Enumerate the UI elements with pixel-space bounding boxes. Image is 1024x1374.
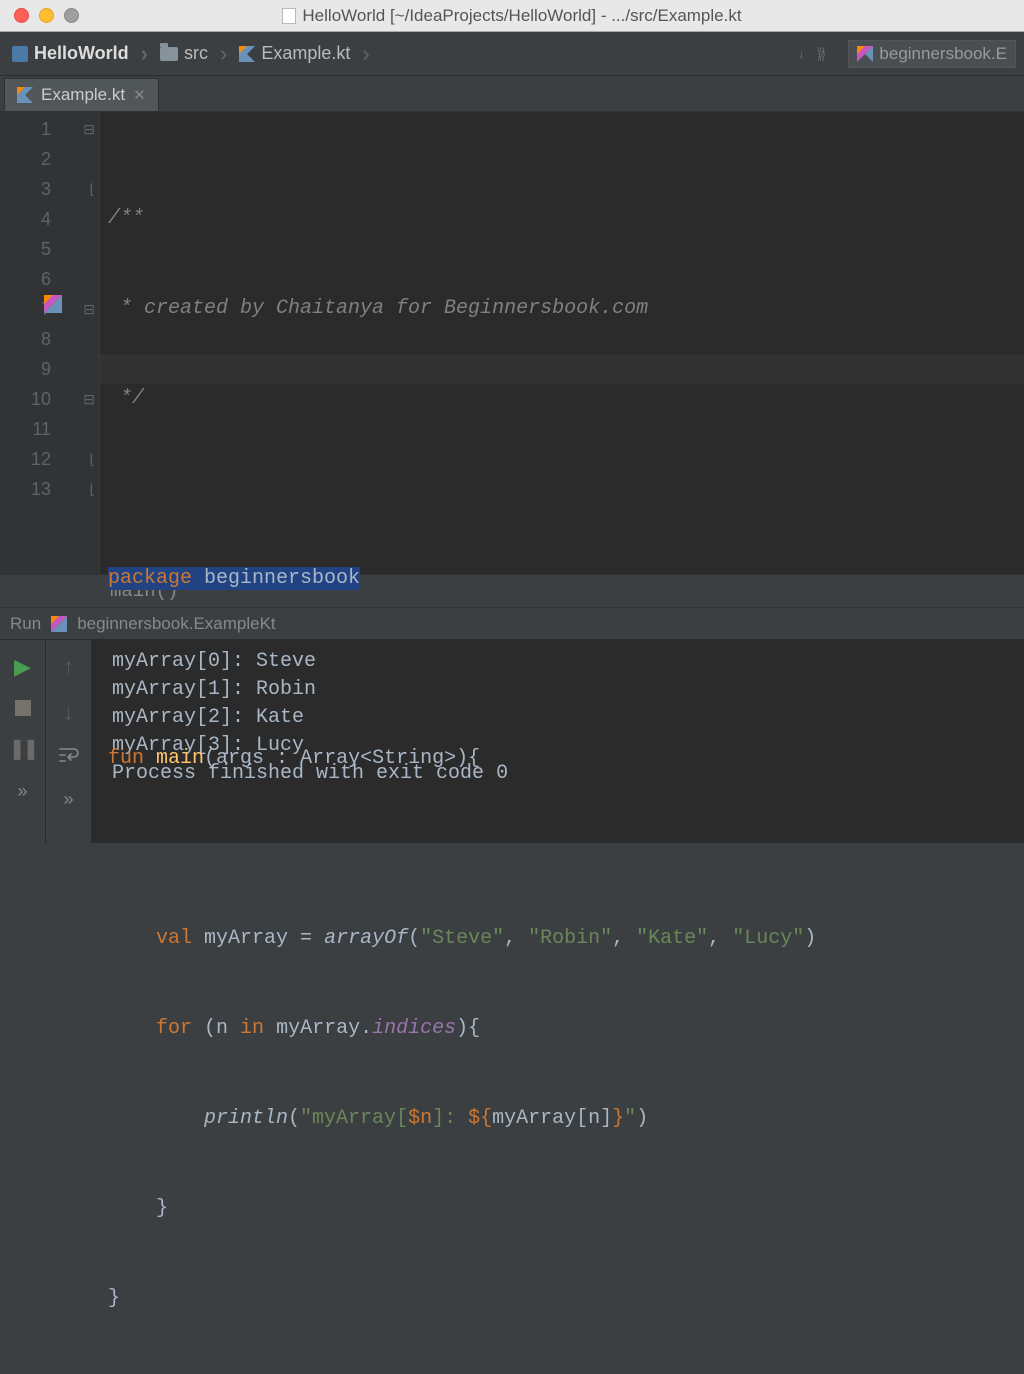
- line-number[interactable]: 11: [0, 414, 99, 444]
- fold-end-icon[interactable]: ⌊: [90, 181, 95, 198]
- fold-icon[interactable]: ⊟: [83, 121, 95, 138]
- editor-tab[interactable]: Example.kt ✕: [4, 78, 159, 111]
- kotlin-icon: [857, 46, 873, 62]
- soft-wrap-button[interactable]: [59, 746, 79, 769]
- breadcrumb-folder-label: src: [184, 43, 208, 64]
- run-toolbar-left: ▶ ❚❚ »: [0, 640, 46, 843]
- close-tab-icon[interactable]: ✕: [133, 86, 146, 104]
- line-number[interactable]: 12⌊: [0, 444, 99, 474]
- kotlin-file-icon: [17, 87, 33, 103]
- run-configuration-label: beginnersbook.E: [879, 44, 1007, 64]
- file-icon: [282, 8, 296, 24]
- svg-text:01: 01: [818, 58, 825, 61]
- run-gutter-icon[interactable]: [44, 295, 62, 313]
- kotlin-icon: [51, 616, 67, 632]
- breadcrumb-separator: ›: [135, 41, 148, 67]
- line-number[interactable]: 4: [0, 204, 99, 234]
- line-number[interactable]: 3⌊: [0, 174, 99, 204]
- line-number[interactable]: 8: [0, 324, 99, 354]
- fold-end-icon[interactable]: ⌊: [90, 481, 95, 498]
- window-title: HelloWorld [~/IdeaProjects/HelloWorld] -…: [0, 6, 1024, 26]
- gutter[interactable]: 1⊟ 2 3⌊ 4 5 6 7⊟ 8 9 10⊟ 11 12⌊ 13⌊: [0, 112, 100, 574]
- more-button[interactable]: »: [17, 781, 27, 802]
- fold-icon[interactable]: ⊟: [83, 301, 95, 318]
- line-number[interactable]: 2: [0, 144, 99, 174]
- folder-icon: [160, 47, 178, 61]
- pause-button[interactable]: ❚❚: [9, 736, 37, 761]
- code-area[interactable]: /** * created by Chaitanya for Beginners…: [100, 112, 1024, 574]
- run-configuration-selector[interactable]: beginnersbook.E: [848, 40, 1016, 68]
- breadcrumb-file[interactable]: Example.kt ›: [235, 41, 373, 67]
- module-icon: [12, 46, 28, 62]
- breadcrumb-file-label: Example.kt: [261, 43, 350, 64]
- line-number[interactable]: 6: [0, 264, 99, 294]
- editor-tab-bar: Example.kt ✕: [0, 76, 1024, 112]
- run-toolbar-right: ↑ ↓ »: [46, 640, 92, 843]
- breadcrumb-folder[interactable]: src ›: [156, 41, 231, 67]
- breadcrumb-project[interactable]: HelloWorld ›: [8, 41, 152, 67]
- titlebar: HelloWorld [~/IdeaProjects/HelloWorld] -…: [0, 0, 1024, 32]
- line-number[interactable]: 1⊟: [0, 114, 99, 144]
- window-controls: [0, 8, 79, 23]
- editor: 1⊟ 2 3⌊ 4 5 6 7⊟ 8 9 10⊟ 11 12⌊ 13⌊ /** …: [0, 112, 1024, 574]
- binary-icon[interactable]: 011001: [818, 47, 834, 61]
- zoom-window-button[interactable]: [64, 8, 79, 23]
- fold-icon[interactable]: ⊟: [83, 391, 95, 408]
- run-tool-label: Run: [10, 614, 41, 634]
- sort-icon[interactable]: ↓: [798, 50, 804, 58]
- breadcrumb-separator: ›: [214, 41, 227, 67]
- scroll-up-button[interactable]: ↑: [63, 654, 74, 680]
- rerun-button[interactable]: ▶: [14, 654, 31, 680]
- line-number[interactable]: 10⊟: [0, 384, 99, 414]
- more-button[interactable]: »: [63, 789, 73, 810]
- breadcrumb-separator: ›: [356, 41, 369, 67]
- breadcrumb-project-label: HelloWorld: [34, 43, 129, 64]
- navigation-bar: HelloWorld › src › Example.kt › ↓ 011001…: [0, 32, 1024, 76]
- fold-end-icon[interactable]: ⌊: [90, 451, 95, 468]
- line-number[interactable]: 13⌊: [0, 474, 99, 504]
- editor-tab-label: Example.kt: [41, 85, 125, 105]
- scroll-down-button[interactable]: ↓: [63, 700, 74, 726]
- current-line-highlight: [100, 354, 1024, 384]
- window-title-text: HelloWorld [~/IdeaProjects/HelloWorld] -…: [302, 6, 741, 26]
- line-number[interactable]: 5: [0, 234, 99, 264]
- stop-button[interactable]: [15, 700, 31, 716]
- close-window-button[interactable]: [14, 8, 29, 23]
- kotlin-file-icon: [239, 46, 255, 62]
- minimize-window-button[interactable]: [39, 8, 54, 23]
- line-number[interactable]: 9: [0, 354, 99, 384]
